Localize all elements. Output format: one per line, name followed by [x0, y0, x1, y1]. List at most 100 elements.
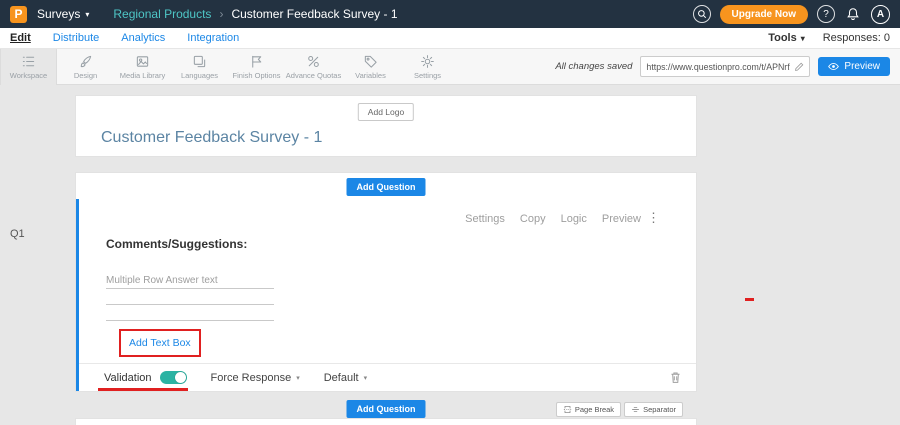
- search-button[interactable]: [693, 5, 711, 23]
- edit-pencil-icon[interactable]: [794, 62, 804, 72]
- toolbar-item-label: Finish Options: [233, 71, 281, 80]
- answer-row-1[interactable]: Multiple Row Answer text: [106, 273, 274, 289]
- validation-toggle[interactable]: [160, 371, 187, 384]
- page-break-icon: [563, 405, 572, 414]
- surveys-menu-label: Surveys: [37, 7, 80, 21]
- variables-icon: [363, 54, 378, 69]
- toolbar-item-languages[interactable]: Languages: [171, 49, 228, 85]
- default-dropdown[interactable]: Default ▾: [324, 372, 367, 384]
- multirow-answer-area: Multiple Row Answer text: [106, 273, 274, 321]
- delete-question-button[interactable]: [669, 371, 682, 384]
- nav-right: Tools ▾ Responses: 0: [768, 32, 890, 44]
- responses-count[interactable]: Responses: 0: [823, 32, 890, 44]
- topbar-actions: Upgrade Now ? A: [693, 5, 890, 24]
- surveys-menu[interactable]: Surveys ▾: [37, 7, 89, 21]
- toolbar-item-design[interactable]: Design: [57, 49, 114, 85]
- page-break-label: Page Break: [575, 405, 614, 414]
- save-status: All changes saved: [555, 61, 632, 72]
- toolbar-item-label: Media Library: [120, 71, 165, 80]
- survey-header-card: Add Logo Customer Feedback Survey - 1: [75, 95, 697, 157]
- kebab-menu-icon[interactable]: ⋮: [647, 210, 660, 226]
- tab-analytics[interactable]: Analytics: [121, 32, 165, 44]
- trash-icon: [669, 371, 682, 384]
- bell-icon: [846, 7, 860, 21]
- tab-distribute[interactable]: Distribute: [53, 32, 99, 44]
- toolbar-item-finish-options[interactable]: Finish Options: [228, 49, 285, 85]
- toolbar-item-label: Languages: [181, 71, 218, 80]
- separator-icon: [631, 405, 640, 414]
- add-logo-button[interactable]: Add Logo: [358, 103, 414, 121]
- toolbar-item-label: Workspace: [10, 71, 47, 80]
- media-library-icon: [135, 54, 150, 69]
- question-block: Settings Copy Logic Preview ⋮ Comments/S…: [76, 199, 696, 391]
- force-response-dropdown[interactable]: Force Response ▾: [211, 372, 300, 384]
- notifications-button[interactable]: [844, 5, 862, 23]
- tab-edit[interactable]: Edit: [10, 32, 31, 44]
- toolbar-item-label: Variables: [355, 71, 386, 80]
- annotation-red-underline: [98, 388, 188, 391]
- tools-label: Tools: [768, 32, 797, 44]
- validation-label: Validation: [104, 372, 152, 384]
- breadcrumb-separator-icon: ›: [219, 7, 223, 21]
- section-nav: Edit Distribute Analytics Integration To…: [0, 28, 900, 49]
- help-button[interactable]: ?: [817, 5, 835, 23]
- toolbar-item-advance-quotas[interactable]: Advance Quotas: [285, 49, 342, 85]
- survey-url-input[interactable]: [646, 62, 790, 72]
- question-settings-link[interactable]: Settings: [465, 213, 505, 225]
- breadcrumb-current: Customer Feedback Survey - 1: [231, 7, 397, 21]
- question-text[interactable]: Comments/Suggestions:: [106, 237, 247, 251]
- question-logic-link[interactable]: Logic: [561, 213, 587, 225]
- chevron-down-icon: ▾: [85, 10, 89, 19]
- chevron-down-icon: ▾: [801, 34, 805, 43]
- toolbar-item-workspace[interactable]: Workspace: [0, 49, 57, 85]
- annotation-red-dash: [745, 298, 754, 301]
- breadcrumb: Regional Products › Customer Feedback Su…: [113, 7, 397, 21]
- separator-label: Separator: [643, 405, 676, 414]
- toolbar-item-label: Advance Quotas: [286, 71, 341, 80]
- survey-url-box: [640, 56, 810, 77]
- eye-icon: [828, 61, 839, 72]
- topbar: P Surveys ▾ Regional Products › Customer…: [0, 0, 900, 28]
- question-footer: Validation Force Response ▾ Default ▾: [79, 363, 696, 391]
- preview-button[interactable]: Preview: [818, 57, 890, 76]
- survey-title[interactable]: Customer Feedback Survey - 1: [101, 129, 322, 147]
- tab-integration[interactable]: Integration: [187, 32, 239, 44]
- question-number: Q1: [10, 228, 25, 240]
- search-icon: [697, 9, 707, 19]
- preview-label: Preview: [844, 61, 880, 72]
- toolbar-right: All changes saved Preview: [555, 56, 900, 77]
- question-preview-link[interactable]: Preview: [602, 213, 641, 225]
- add-question-button-top[interactable]: Add Question: [347, 178, 426, 196]
- page-controls: Page Break Separator: [556, 402, 683, 417]
- workspace-icon: [21, 54, 36, 69]
- tools-menu[interactable]: Tools ▾: [768, 32, 805, 44]
- advance-quotas-icon: [306, 54, 321, 69]
- between-questions-row: Add Question Page Break Separator: [75, 400, 697, 418]
- default-label: Default: [324, 372, 359, 384]
- finish-options-icon: [249, 54, 264, 69]
- editor-toolbar: Workspace Design Media Library Languages…: [0, 49, 900, 85]
- question-card: Add Question Settings Copy Logic Preview…: [75, 172, 697, 392]
- user-avatar[interactable]: A: [871, 5, 890, 24]
- answer-row-3: [106, 305, 274, 321]
- page-break-button[interactable]: Page Break: [556, 402, 621, 417]
- chevron-down-icon: ▾: [364, 374, 368, 382]
- question-copy-link[interactable]: Copy: [520, 213, 546, 225]
- toolbar-item-variables[interactable]: Variables: [342, 49, 399, 85]
- design-icon: [78, 54, 93, 69]
- add-text-box-link[interactable]: Add Text Box: [129, 337, 191, 349]
- annotation-red-box: Add Text Box: [119, 329, 201, 357]
- toolbar-item-label: Settings: [414, 71, 441, 80]
- chevron-down-icon: ▾: [296, 374, 300, 382]
- settings-icon: [420, 54, 435, 69]
- separator-button[interactable]: Separator: [624, 402, 683, 417]
- next-card-partial: [75, 418, 697, 425]
- toolbar-item-media-library[interactable]: Media Library: [114, 49, 171, 85]
- questionpro-logo[interactable]: P: [10, 6, 27, 23]
- toolbar-item-settings[interactable]: Settings: [399, 49, 456, 85]
- upgrade-now-button[interactable]: Upgrade Now: [720, 5, 808, 24]
- question-actions: Settings Copy Logic Preview: [465, 213, 641, 225]
- add-question-button-bottom[interactable]: Add Question: [347, 400, 426, 418]
- breadcrumb-folder[interactable]: Regional Products: [113, 7, 211, 21]
- answer-row-2: [106, 289, 274, 305]
